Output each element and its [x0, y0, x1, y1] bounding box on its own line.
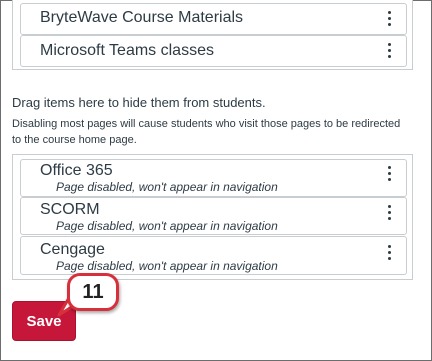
callout-arrow-icon	[57, 289, 83, 317]
step-number-badge: 11	[67, 273, 119, 311]
screenshot-frame: BryteWave Course Materials Microsoft Tea…	[0, 0, 432, 361]
